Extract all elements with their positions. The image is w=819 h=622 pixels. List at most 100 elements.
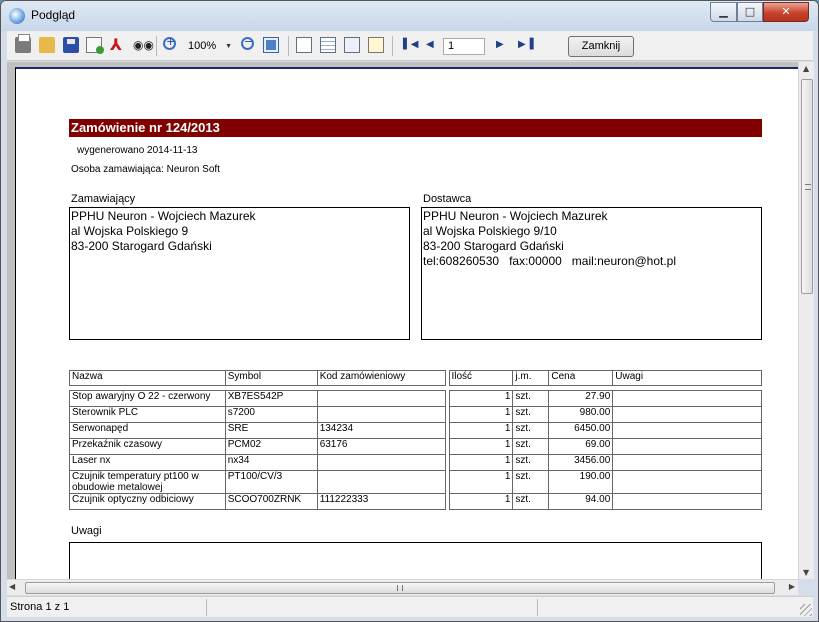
cell-price: 27.90 [548, 390, 614, 407]
cell-notes [612, 406, 762, 423]
cell-price: 190.00 [548, 470, 614, 494]
cell-name: Czujnik temperatury pt100 w obudowie met… [69, 470, 226, 494]
zoom-out-icon[interactable] [241, 35, 254, 50]
cell-price: 6450.00 [548, 422, 614, 439]
cell-price: 69.00 [548, 438, 614, 455]
fit-page-icon[interactable] [263, 37, 279, 53]
cell-unit: szt. [512, 454, 550, 471]
cell-qty: 1 [448, 454, 514, 471]
multi-page-icon[interactable] [320, 37, 336, 53]
grip-icon [397, 585, 403, 591]
open-folder-icon[interactable] [39, 37, 55, 53]
cell-notes [612, 438, 762, 455]
vertical-scroll-thumb[interactable] [801, 79, 813, 294]
scroll-right-icon[interactable]: ▶ [789, 582, 795, 591]
column-header-name: Nazwa [69, 370, 226, 386]
items-table: Nazwa Symbol Kod zamówieniowy Ilość j.m.… [69, 370, 762, 510]
cell-symbol: PT100/CV/3 [224, 470, 318, 494]
table-row: Serwonapęd SRE 134234 1 szt. 6450.00 [69, 422, 762, 439]
zoom-value: 100% [188, 40, 217, 52]
column-header-unit: j.m. [512, 370, 550, 386]
column-header-notes: Uwagi [612, 370, 762, 386]
cell-code [316, 390, 446, 407]
cell-notes [612, 422, 762, 439]
pdf-icon[interactable]: ⅄ [108, 37, 124, 53]
cell-code [316, 406, 446, 423]
single-page-icon[interactable] [296, 37, 312, 53]
first-page-icon[interactable]: ▌◀ [403, 37, 419, 53]
supplier-line: tel:608260530 fax:00000 mail:neuron@hot.… [423, 254, 677, 268]
column-header-qty: Ilość [448, 370, 514, 386]
zoom-in-icon[interactable] [163, 35, 176, 50]
ordering-line: al Wojska Polskiego 9 [71, 224, 189, 238]
column-header-symbol: Symbol [224, 370, 318, 386]
book-icon[interactable] [344, 37, 360, 53]
table-row: Przekaźnik czasowy PCM02 63176 1 szt. 69.00 [69, 438, 762, 455]
cell-qty: 1 [448, 493, 514, 510]
page-status: Strona 1 z 1 [10, 601, 70, 613]
ordering-line: 83-200 Starogard Gdański [71, 239, 212, 253]
cell-name: Laser nx [69, 454, 226, 471]
generated-date: wygenerowano 2014-11-13 [77, 145, 198, 156]
notes-label: Uwagi [71, 525, 102, 537]
page-number-input[interactable]: 1 [443, 38, 485, 55]
prev-page-icon[interactable]: ◀ [426, 37, 442, 53]
cell-unit: szt. [512, 493, 550, 510]
chevron-down-icon: ▼ [225, 43, 232, 50]
ordering-person: Osoba zamawiająca: Neuron Soft [71, 164, 220, 175]
cell-name: Czujnik optyczny odbiciowy [69, 493, 226, 510]
table-row: Czujnik optyczny odbiciowy SCOO700ZRNK 111… [69, 493, 762, 510]
app-icon [9, 8, 25, 24]
close-window-button[interactable]: ✕ [763, 2, 809, 22]
status-bar: Strona 1 z 1 [7, 596, 813, 617]
ordering-label: Zamawiający [71, 193, 136, 205]
toolbar-separator [288, 36, 289, 56]
cell-unit: szt. [512, 406, 550, 423]
save-icon[interactable] [63, 37, 79, 53]
cell-notes [612, 390, 762, 407]
last-page-icon[interactable]: ▶▐ [518, 37, 534, 53]
cell-price: 94.00 [548, 493, 614, 510]
cell-code [316, 470, 446, 494]
cell-unit: szt. [512, 390, 550, 407]
table-header-row: Nazwa Symbol Kod zamówieniowy Ilość j.m.… [69, 370, 762, 386]
cell-unit: szt. [512, 422, 550, 439]
scroll-left-icon[interactable]: ◀ [9, 582, 15, 591]
minimize-button[interactable]: ▁ [710, 2, 737, 22]
supplier-line: al Wojska Polskiego 9/10 [423, 224, 557, 238]
supplier-label: Dostawca [423, 193, 472, 205]
horizontal-scroll-thumb[interactable] [25, 582, 775, 594]
export-icon[interactable] [86, 37, 104, 54]
horizontal-scrollbar[interactable]: ◀ ▶ [7, 579, 798, 595]
cell-code [316, 454, 446, 471]
cell-symbol: PCM02 [224, 438, 318, 455]
title-bar[interactable]: Podgląd ▁ □ ✕ [1, 1, 818, 31]
ordering-box: PPHU Neuron - Wojciech Mazurek al Wojska… [69, 207, 410, 340]
cell-notes [612, 470, 762, 494]
scroll-up-icon[interactable]: ▲ [803, 64, 809, 73]
cell-price: 980.00 [548, 406, 614, 423]
resize-grip-icon[interactable] [800, 604, 812, 616]
zoom-select[interactable]: 100% ▼ [185, 38, 233, 55]
preview-viewport[interactable]: Zamówienie nr 124/2013 wygenerowano 2014… [7, 62, 798, 579]
cell-symbol: s7200 [224, 406, 318, 423]
close-button[interactable]: Zamknij [568, 36, 634, 57]
edit-icon[interactable] [368, 37, 384, 53]
cell-qty: 1 [448, 422, 514, 439]
ordering-line: PPHU Neuron - Wojciech Mazurek [71, 209, 256, 223]
cell-symbol: SCOO700ZRNK [224, 493, 318, 510]
table-body: Stop awaryjny O 22 - czerwony XB7ES542P 1 s… [69, 390, 762, 510]
cell-qty: 1 [448, 390, 514, 407]
table-row: Stop awaryjny O 22 - czerwony XB7ES542P 1 s… [69, 390, 762, 407]
scroll-down-icon[interactable]: ▼ [803, 568, 809, 577]
next-page-icon[interactable]: ▶ [496, 37, 512, 53]
cell-name: Stop awaryjny O 22 - czerwony [69, 390, 226, 407]
print-icon[interactable] [15, 34, 31, 53]
cell-name: Serwonapęd [69, 422, 226, 439]
cell-qty: 1 [448, 406, 514, 423]
find-binoculars-icon[interactable]: ◉◉ [133, 37, 154, 53]
supplier-line: PPHU Neuron - Wojciech Mazurek [423, 209, 608, 223]
vertical-scrollbar[interactable]: ▲ ▼ [798, 62, 814, 579]
cell-name: Sterownik PLC [69, 406, 226, 423]
maximize-button[interactable]: □ [737, 2, 763, 22]
